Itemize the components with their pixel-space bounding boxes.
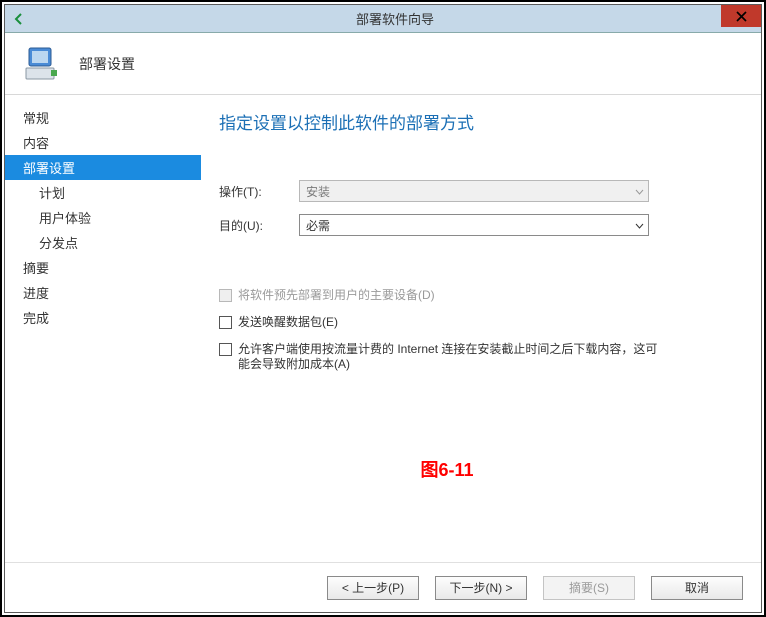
back-arrow-icon[interactable] (9, 9, 29, 29)
checkbox-1[interactable] (219, 316, 232, 329)
close-icon (736, 11, 747, 22)
previous-button[interactable]: < 上一步(P) (327, 576, 419, 600)
cancel-button[interactable]: 取消 (651, 576, 743, 600)
checkbox-label-2: 允许客户端使用按流量计费的 Internet 连接在安装截止时间之后下载内容，这… (238, 342, 668, 372)
wizard-sidebar: 常规内容部署设置计划用户体验分发点摘要进度完成 (5, 95, 201, 562)
sidebar-item-5[interactable]: 分发点 (5, 230, 201, 255)
purpose-value: 必需 (306, 219, 330, 233)
close-button[interactable] (721, 5, 761, 27)
header-title: 部署设置 (79, 54, 135, 74)
chevron-down-icon (635, 218, 644, 232)
computer-icon (21, 44, 61, 84)
sidebar-item-6[interactable]: 摘要 (5, 255, 201, 280)
purpose-label: 目的(U): (219, 217, 299, 234)
figure-label: 图6-11 (219, 456, 675, 482)
wizard-footer: < 上一步(P) 下一步(N) > 摘要(S) 取消 (5, 562, 761, 612)
summary-button: 摘要(S) (543, 576, 635, 600)
chevron-down-icon (635, 184, 644, 198)
window-title: 部署软件向导 (29, 9, 761, 28)
checkbox-row-1[interactable]: 发送唤醒数据包(E) (219, 315, 735, 330)
sidebar-item-1[interactable]: 内容 (5, 130, 201, 155)
content-heading: 指定设置以控制此软件的部署方式 (219, 109, 735, 134)
purpose-select[interactable]: 必需 (299, 214, 649, 236)
checkbox-2[interactable] (219, 343, 232, 356)
sidebar-item-3[interactable]: 计划 (5, 180, 201, 205)
sidebar-item-7[interactable]: 进度 (5, 280, 201, 305)
checkbox-label-0: 将软件预先部署到用户的主要设备(D) (238, 288, 435, 303)
next-button[interactable]: 下一步(N) > (435, 576, 527, 600)
sidebar-item-2[interactable]: 部署设置 (5, 155, 201, 180)
action-select: 安装 (299, 180, 649, 202)
sidebar-item-0[interactable]: 常规 (5, 105, 201, 130)
checkbox-row-0: 将软件预先部署到用户的主要设备(D) (219, 288, 735, 303)
title-bar: 部署软件向导 (5, 5, 761, 33)
checkbox-0 (219, 289, 232, 302)
action-value: 安装 (306, 185, 330, 199)
content-pane: 指定设置以控制此软件的部署方式 操作(T): 安装 目的(U): 必需 将软件预… (201, 95, 761, 562)
checkbox-row-2[interactable]: 允许客户端使用按流量计费的 Internet 连接在安装截止时间之后下载内容，这… (219, 342, 735, 372)
sidebar-item-8[interactable]: 完成 (5, 305, 201, 330)
sidebar-item-4[interactable]: 用户体验 (5, 205, 201, 230)
checkbox-label-1: 发送唤醒数据包(E) (238, 315, 338, 330)
wizard-header: 部署设置 (5, 33, 761, 95)
action-label: 操作(T): (219, 183, 299, 200)
